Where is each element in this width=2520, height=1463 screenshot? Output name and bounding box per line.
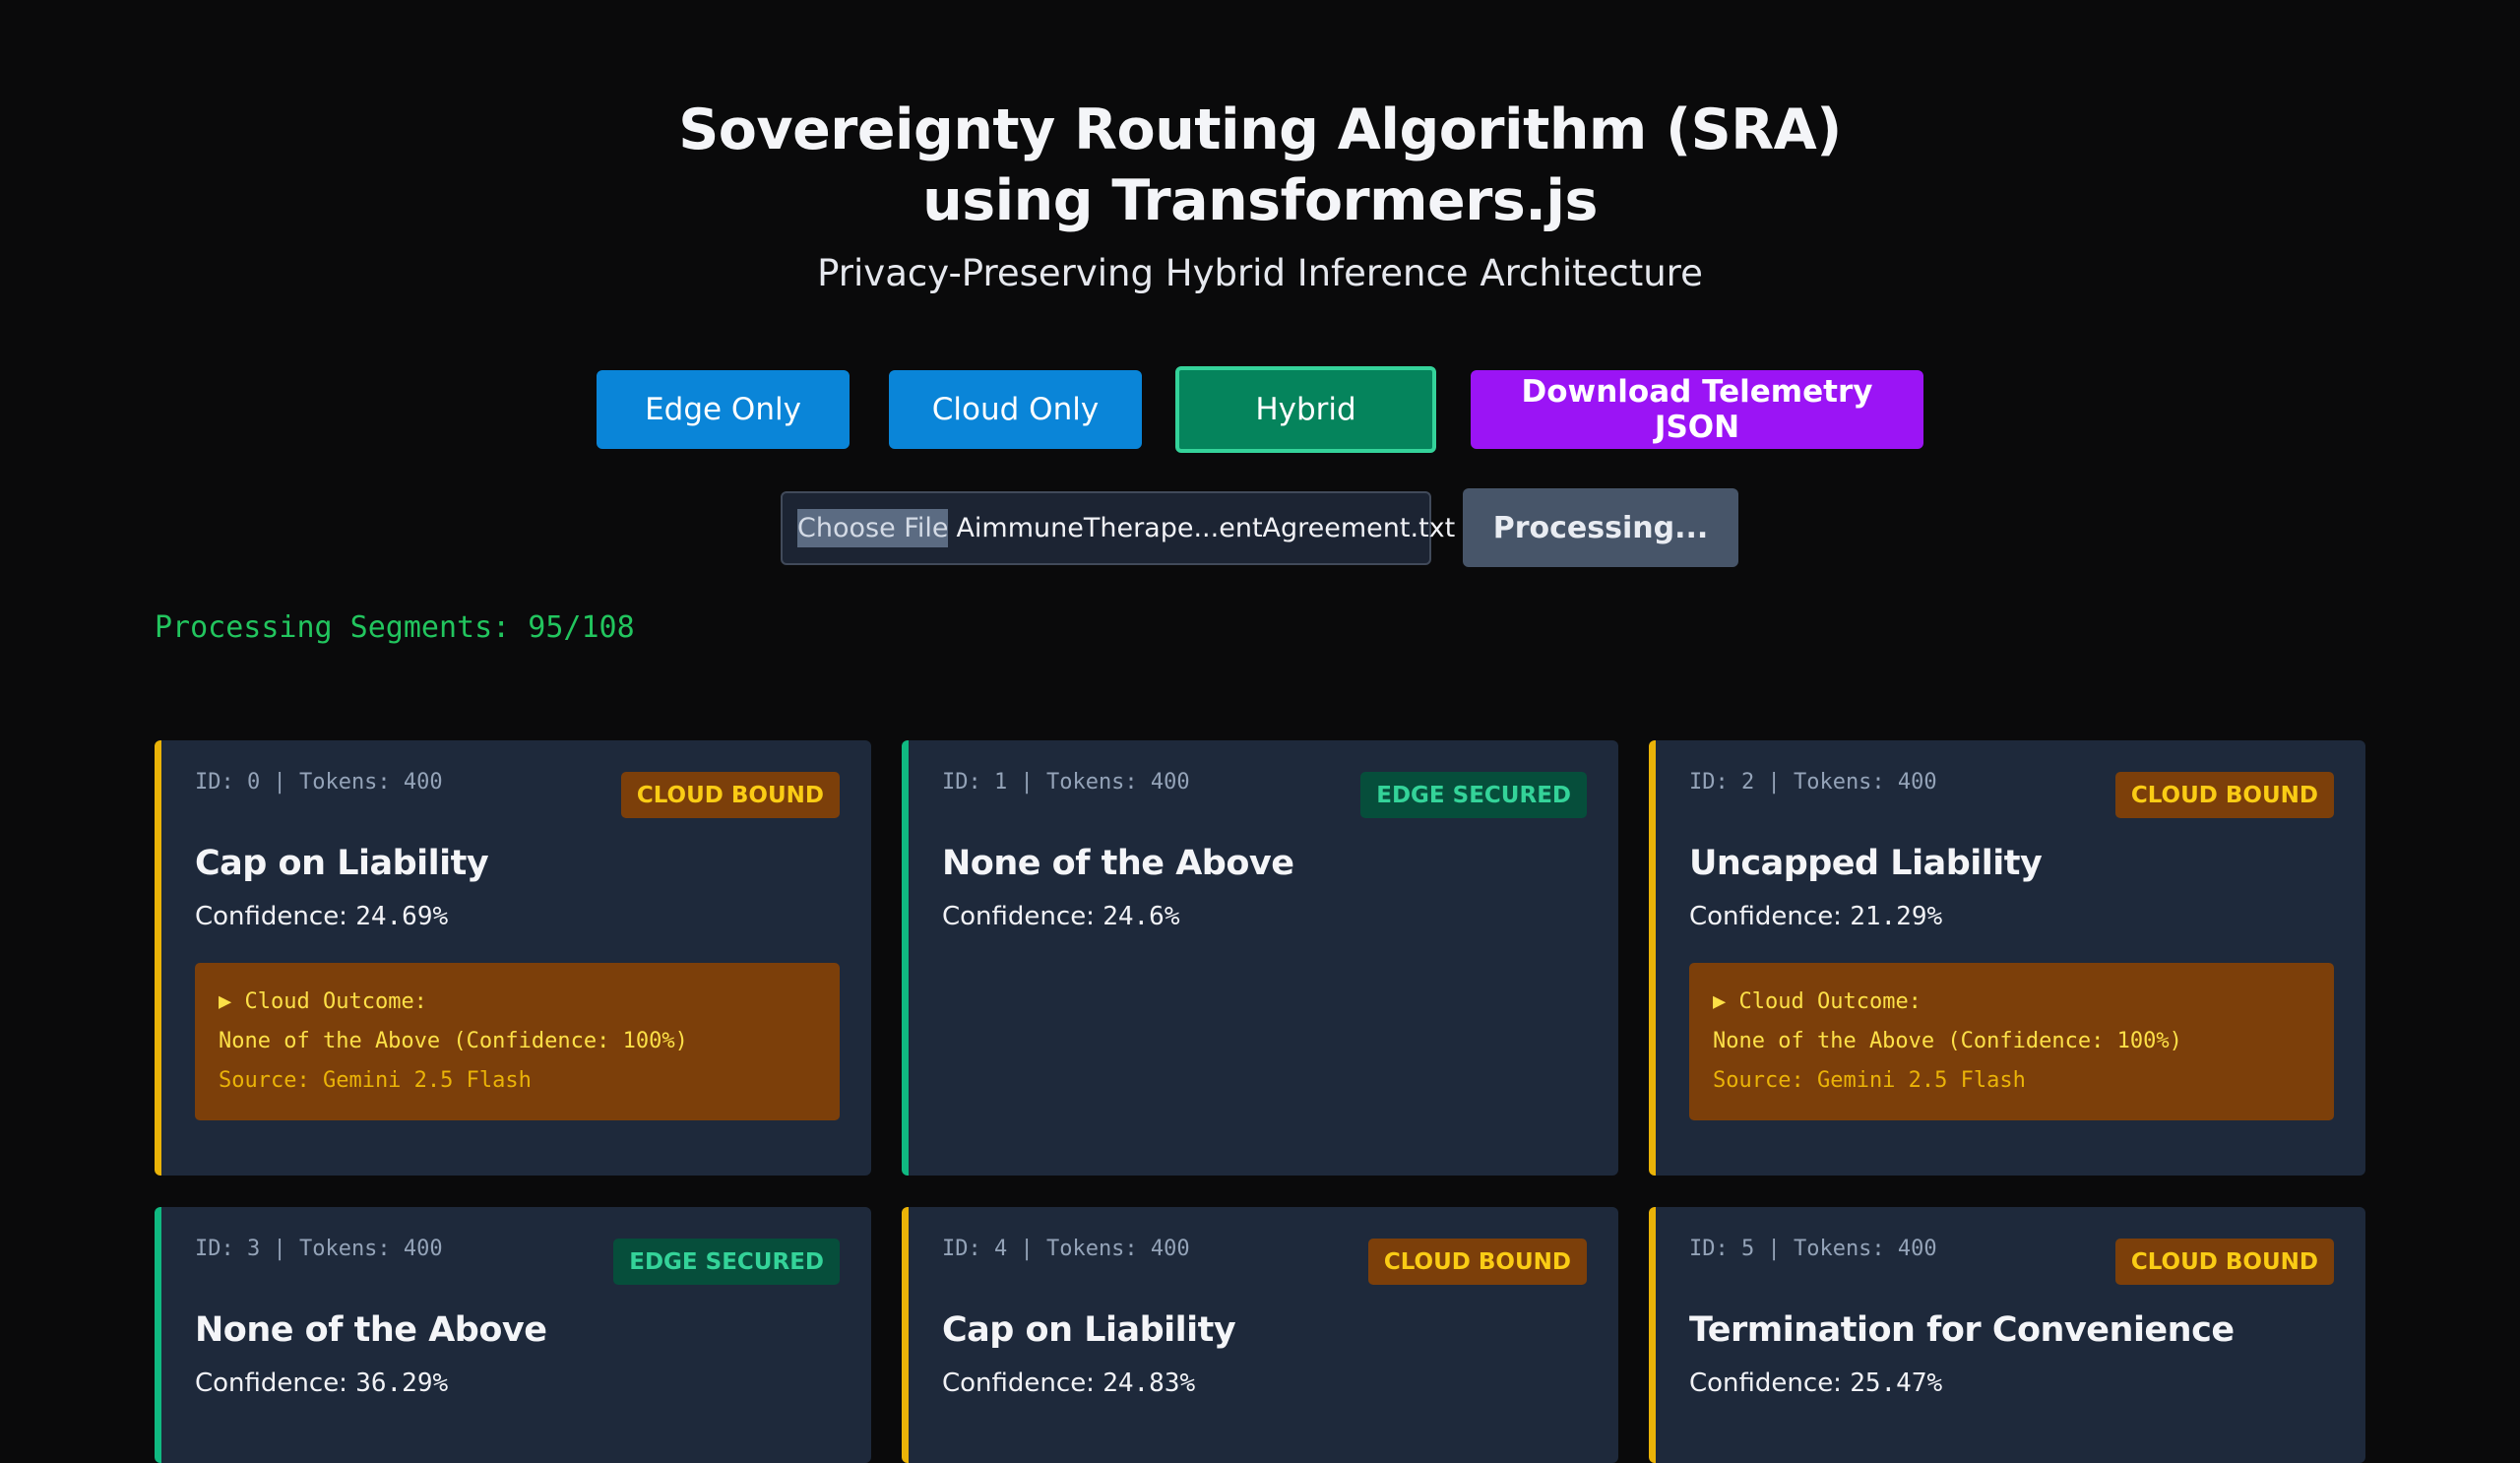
segment-meta: ID: 0 | Tokens: 400 <box>195 770 443 795</box>
edge-only-button[interactable]: Edge Only <box>597 370 850 449</box>
cloud-outcome-heading[interactable]: ▶ Cloud Outcome: <box>219 983 816 1022</box>
choose-file-button[interactable]: Choose File <box>797 509 949 547</box>
segment-card: ID: 0 | Tokens: 400 CLOUD BOUND Cap on L… <box>155 740 871 1176</box>
cloud-outcome-heading[interactable]: ▶ Cloud Outcome: <box>1713 983 2310 1022</box>
status-badge: CLOUD BOUND <box>2114 772 2334 818</box>
cloud-outcome-label: Cloud Outcome: <box>1738 989 1922 1014</box>
segment-card: ID: 5 | Tokens: 400 CLOUD BOUND Terminat… <box>1649 1207 2365 1463</box>
download-telemetry-button[interactable]: Download Telemetry JSON <box>1471 370 1923 449</box>
cloud-outcome-source: Source: Gemini 2.5 Flash <box>219 1068 532 1093</box>
cloud-outcome-result: None of the Above (Confidence: 100%) <box>1713 1029 2182 1053</box>
cloud-outcome-label: Cloud Outcome: <box>244 989 427 1014</box>
status-badge: CLOUD BOUND <box>1367 1239 1587 1285</box>
segment-title: Cap on Liability <box>942 1310 1236 1350</box>
segment-title: None of the Above <box>942 844 1294 883</box>
hybrid-button[interactable]: Hybrid <box>1175 366 1436 453</box>
file-input[interactable]: Choose File AimmuneTherape...entAgreemen… <box>781 491 1455 565</box>
confidence-label: Confidence: <box>942 902 1103 931</box>
confidence-value: 24.69% <box>355 902 449 931</box>
segment-confidence: Confidence: 24.69% <box>195 900 448 933</box>
expand-triangle-icon: ▶ <box>219 989 232 1014</box>
confidence-value: 24.83% <box>1102 1368 1196 1398</box>
expand-triangle-icon: ▶ <box>1713 989 1727 1014</box>
segment-title: None of the Above <box>195 1310 547 1350</box>
segment-title: Cap on Liability <box>195 844 489 883</box>
page-subtitle: Privacy-Preserving Hybrid Inference Arch… <box>817 252 1703 294</box>
confidence-label: Confidence: <box>942 1368 1103 1398</box>
page-title: Sovereignty Routing Algorithm (SRA) usin… <box>0 95 2520 236</box>
cloud-outcome-result: None of the Above (Confidence: 100%) <box>219 1029 688 1053</box>
confidence-label: Confidence: <box>195 902 356 931</box>
segment-confidence: Confidence: 36.29% <box>195 1367 448 1400</box>
status-badge: CLOUD BOUND <box>2114 1239 2334 1285</box>
page-header: Sovereignty Routing Algorithm (SRA) usin… <box>0 95 2520 297</box>
confidence-label: Confidence: <box>1689 902 1851 931</box>
segment-confidence: Confidence: 21.29% <box>1689 900 1942 933</box>
segment-meta: ID: 2 | Tokens: 400 <box>1689 770 1937 795</box>
status-badge: CLOUD BOUND <box>620 772 840 818</box>
segment-title: Termination for Convenience <box>1689 1310 2235 1350</box>
segment-title: Uncapped Liability <box>1689 844 2043 883</box>
confidence-value: 25.47% <box>1850 1368 1943 1398</box>
cloud-only-button[interactable]: Cloud Only <box>889 370 1142 449</box>
progress-status: Processing Segments: 95/108 <box>155 610 635 645</box>
segment-card: ID: 2 | Tokens: 400 CLOUD BOUND Uncapped… <box>1649 740 2365 1176</box>
process-button[interactable]: Processing... <box>1463 488 1738 567</box>
file-name: AimmuneTherape...entAgreement.txt <box>956 513 1456 543</box>
segment-meta: ID: 3 | Tokens: 400 <box>195 1237 443 1261</box>
segment-meta: ID: 5 | Tokens: 400 <box>1689 1237 1937 1261</box>
page-title-line-1: Sovereignty Routing Algorithm (SRA) <box>678 97 1842 162</box>
confidence-label: Confidence: <box>1689 1368 1851 1398</box>
segment-card: ID: 1 | Tokens: 400 EDGE SECURED None of… <box>902 740 1618 1176</box>
cloud-outcome-panel[interactable]: ▶ Cloud Outcome: None of the Above (Conf… <box>195 963 840 1120</box>
confidence-value: 36.29% <box>355 1368 449 1398</box>
status-badge: EDGE SECURED <box>1360 772 1587 818</box>
segment-meta: ID: 4 | Tokens: 400 <box>942 1237 1190 1261</box>
page-title-line-2: using Transformers.js <box>922 168 1598 233</box>
cloud-outcome-panel[interactable]: ▶ Cloud Outcome: None of the Above (Conf… <box>1689 963 2334 1120</box>
confidence-value: 21.29% <box>1850 902 1943 931</box>
confidence-value: 24.6% <box>1102 902 1180 931</box>
segment-card: ID: 3 | Tokens: 400 EDGE SECURED None of… <box>155 1207 871 1463</box>
segment-confidence: Confidence: 24.6% <box>942 900 1180 933</box>
cloud-outcome-source: Source: Gemini 2.5 Flash <box>1713 1068 2026 1093</box>
status-badge: EDGE SECURED <box>613 1239 840 1285</box>
segment-meta: ID: 1 | Tokens: 400 <box>942 770 1190 795</box>
confidence-label: Confidence: <box>195 1368 356 1398</box>
segment-card: ID: 4 | Tokens: 400 CLOUD BOUND Cap on L… <box>902 1207 1618 1463</box>
segment-confidence: Confidence: 24.83% <box>942 1367 1195 1400</box>
segment-confidence: Confidence: 25.47% <box>1689 1367 1942 1400</box>
